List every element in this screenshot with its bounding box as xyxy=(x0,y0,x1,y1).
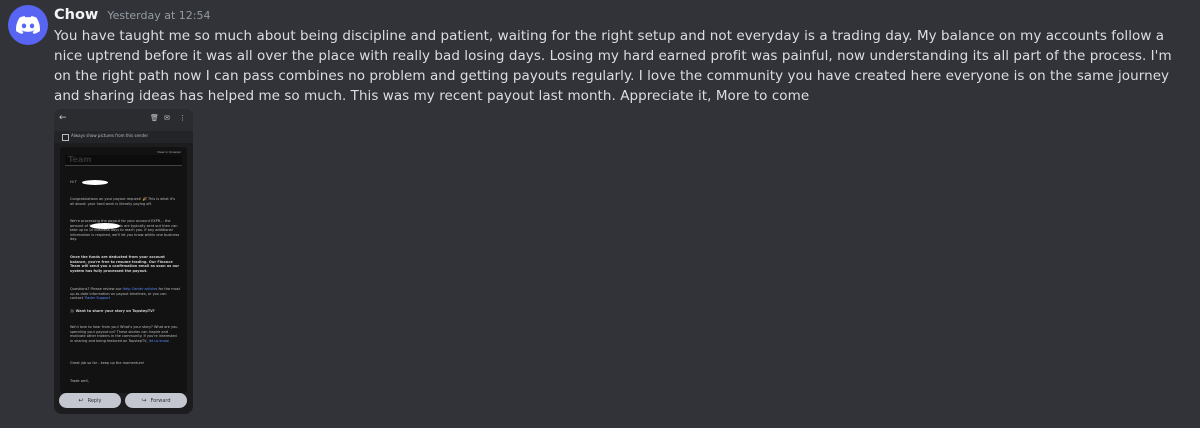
email-paragraph-6: We'd love to hear from you! What's your … xyxy=(70,325,180,343)
forward-icon: ↪ xyxy=(141,397,147,404)
redaction-mark xyxy=(90,223,120,229)
mail-icon: ✉ xyxy=(164,114,170,122)
reply-icon: ↩ xyxy=(78,397,84,404)
let-us-know-link: let us know xyxy=(148,338,169,343)
redaction-mark xyxy=(82,180,108,185)
images-notice: Always show pictures from this sender xyxy=(71,133,149,138)
email-paragraph-2: We're processing the payout for your acc… xyxy=(70,219,180,242)
back-arrow-icon: ← xyxy=(59,113,67,123)
image-attachment[interactable]: ← 🗑 ✉ ⋮ Always show pictures from this s… xyxy=(54,109,193,414)
forward-button: ↪ Forward xyxy=(125,393,187,408)
email-paragraph-5: 🎥 Want to share your story on TopstepTV? xyxy=(70,309,155,313)
email-signoff: Trade well, xyxy=(70,379,89,383)
p4-text-a: Questions? Please review our xyxy=(70,287,123,291)
timestamp[interactable]: Yesterday at 12:54 xyxy=(107,9,210,22)
reply-label: Reply xyxy=(87,397,102,404)
trader-support-link: Trader Support xyxy=(84,296,111,301)
image-notice-icon xyxy=(62,134,69,141)
more-icon: ⋮ xyxy=(179,114,186,122)
trash-icon: 🗑 xyxy=(150,114,159,122)
email-app-toolbar: ← 🗑 ✉ ⋮ xyxy=(54,109,193,131)
help-center-link: Help Center articles xyxy=(122,287,158,291)
email-logo: Team xyxy=(65,155,182,166)
forward-label: Forward xyxy=(150,397,171,404)
reply-button: ↩ Reply xyxy=(59,393,121,408)
images-notice-bar: Always show pictures from this sender xyxy=(54,131,193,143)
email-paragraph-3: Once the funds are deducted from your ac… xyxy=(70,255,180,273)
email-body: View in browser Team Hi T Congratulation… xyxy=(60,147,187,393)
message-text: You have taught me so much about being d… xyxy=(54,28,1172,104)
email-paragraph-7: Great job so far - keep up the momentum! xyxy=(70,361,145,365)
discord-logo-icon xyxy=(16,16,40,34)
avatar[interactable] xyxy=(8,5,48,45)
view-in-browser-link: View in browser xyxy=(157,150,181,154)
message-header: Chow Yesterday at 12:54 xyxy=(54,7,210,23)
email-paragraph-4: Questions? Please review our Help Center… xyxy=(70,287,180,301)
email-paragraph-1: Congratulations on your payout request! … xyxy=(70,197,175,206)
username[interactable]: Chow xyxy=(54,7,98,23)
